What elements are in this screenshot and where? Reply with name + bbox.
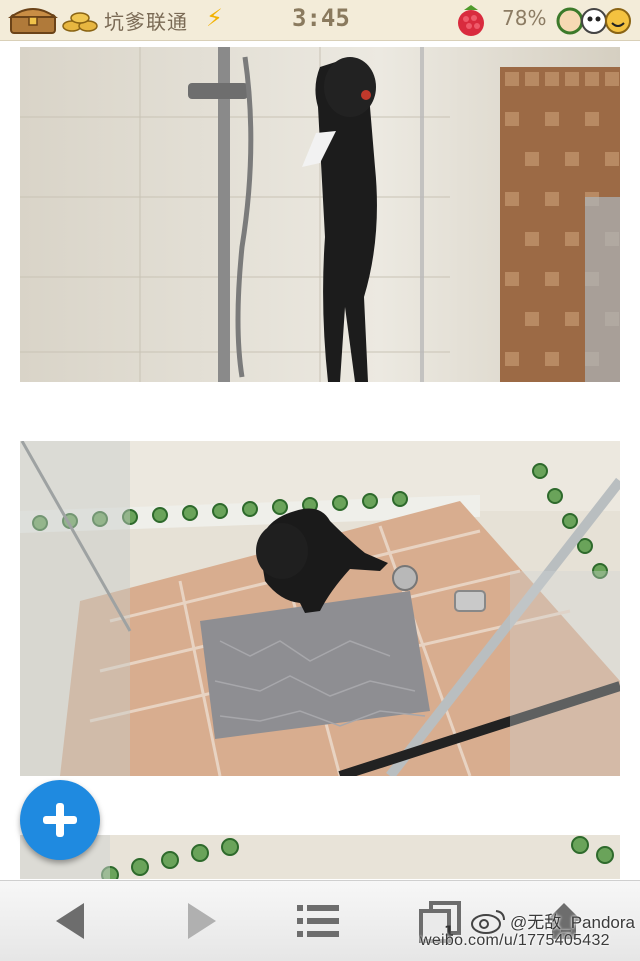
charging-bolt-icon: ⚡ <box>206 4 223 32</box>
coins-icon <box>62 12 98 32</box>
back-button[interactable] <box>38 893 102 949</box>
watermark-url: weibo.com/u/1775405432 <box>420 932 610 949</box>
photo-feed[interactable] <box>0 41 640 879</box>
back-arrow-icon <box>56 903 84 939</box>
add-button[interactable] <box>20 780 100 860</box>
status-bar: 坑爹联通 ⚡ 3:45 78% <box>0 0 640 41</box>
carrier-name: 坑爹联通 <box>104 10 188 34</box>
treasure-chest-icon <box>8 8 58 34</box>
clock-time: 3:45 <box>292 4 350 32</box>
weibo-watermark: @无敌_Pandora weibo.com/u/1775405432 <box>420 906 640 960</box>
photo-dog-hanging-shower[interactable] <box>20 47 620 382</box>
forward-arrow-icon <box>188 903 216 939</box>
watermark-user: @无敌_Pandora <box>510 913 635 932</box>
forward-button[interactable] <box>170 893 234 949</box>
photo-dog-shower-floor[interactable] <box>20 441 620 776</box>
pirate-characters-icon <box>556 7 631 35</box>
weibo-logo-icon <box>471 910 505 934</box>
battery-percent: 78% <box>502 6 547 30</box>
raspberry-icon <box>458 5 484 36</box>
menu-list-icon <box>297 905 339 937</box>
photo-shower-wall-partial[interactable] <box>20 835 620 879</box>
menu-button[interactable] <box>286 893 350 949</box>
plus-icon <box>43 803 77 837</box>
